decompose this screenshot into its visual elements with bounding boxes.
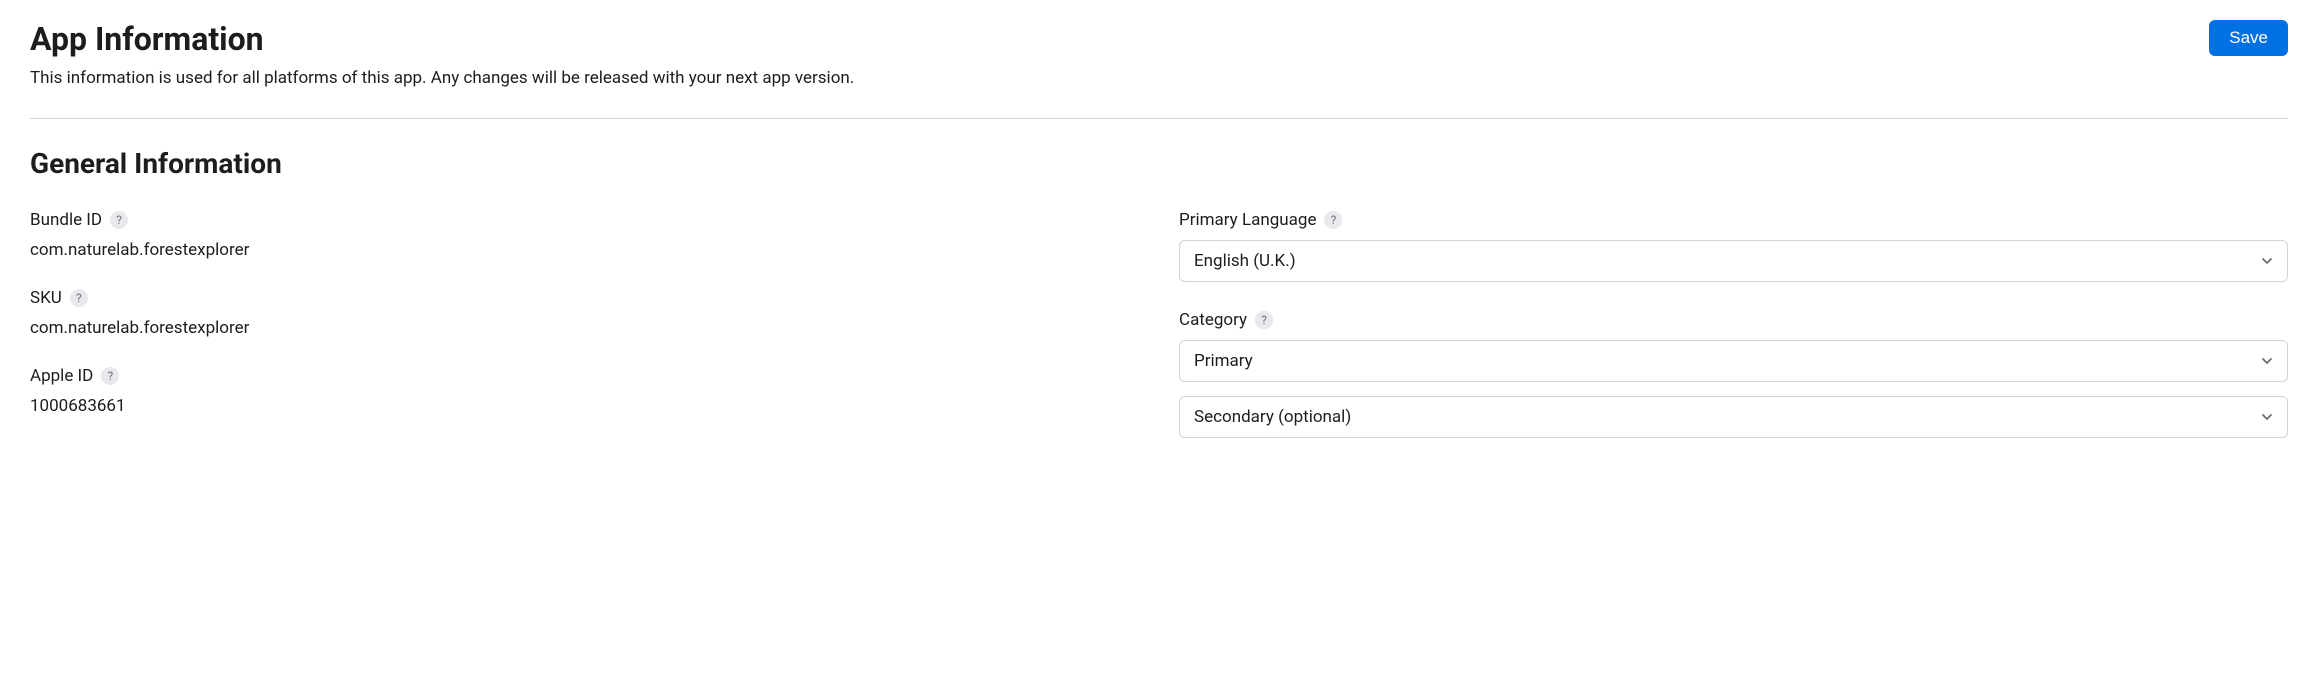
- category-primary-select-wrapper: Primary: [1179, 340, 2288, 382]
- help-icon[interactable]: ?: [1255, 311, 1273, 329]
- header-left: App Information This information is used…: [30, 20, 2209, 88]
- help-icon[interactable]: ?: [110, 211, 128, 229]
- page-subtitle: This information is used for all platfor…: [30, 68, 2209, 88]
- category-secondary-select[interactable]: Secondary (optional): [1179, 396, 2288, 438]
- primary-language-field: Primary Language ? English (U.K.): [1179, 210, 2288, 282]
- category-field: Category ? Primary Secondary (optional): [1179, 310, 2288, 438]
- apple-id-label-row: Apple ID ?: [30, 366, 1139, 386]
- category-primary-select[interactable]: Primary: [1179, 340, 2288, 382]
- sku-label: SKU: [30, 288, 62, 308]
- bundle-id-label: Bundle ID: [30, 210, 102, 230]
- page-title: App Information: [30, 20, 2209, 58]
- section-title: General Information: [30, 147, 2288, 180]
- section-divider: [30, 118, 2288, 119]
- bundle-id-value: com.naturelab.forestexplorer: [30, 240, 1139, 260]
- page-header: App Information This information is used…: [30, 20, 2288, 88]
- save-button[interactable]: Save: [2209, 20, 2288, 56]
- category-label-row: Category ?: [1179, 310, 2288, 330]
- sku-field: SKU ? com.naturelab.forestexplorer: [30, 288, 1139, 338]
- form-column-left: Bundle ID ? com.naturelab.forestexplorer…: [30, 210, 1139, 466]
- primary-language-label: Primary Language: [1179, 210, 1316, 230]
- bundle-id-label-row: Bundle ID ?: [30, 210, 1139, 230]
- form-grid: Bundle ID ? com.naturelab.forestexplorer…: [30, 210, 2288, 466]
- apple-id-value: 1000683661: [30, 396, 1139, 416]
- primary-language-select[interactable]: English (U.K.): [1179, 240, 2288, 282]
- apple-id-field: Apple ID ? 1000683661: [30, 366, 1139, 416]
- apple-id-label: Apple ID: [30, 366, 93, 386]
- category-label: Category: [1179, 310, 1247, 330]
- help-icon[interactable]: ?: [70, 289, 88, 307]
- sku-value: com.naturelab.forestexplorer: [30, 318, 1139, 338]
- category-secondary-select-wrapper: Secondary (optional): [1179, 396, 2288, 438]
- help-icon[interactable]: ?: [1324, 211, 1342, 229]
- bundle-id-field: Bundle ID ? com.naturelab.forestexplorer: [30, 210, 1139, 260]
- form-column-right: Primary Language ? English (U.K.) Catego…: [1179, 210, 2288, 466]
- primary-language-label-row: Primary Language ?: [1179, 210, 2288, 230]
- help-icon[interactable]: ?: [101, 367, 119, 385]
- primary-language-select-wrapper: English (U.K.): [1179, 240, 2288, 282]
- sku-label-row: SKU ?: [30, 288, 1139, 308]
